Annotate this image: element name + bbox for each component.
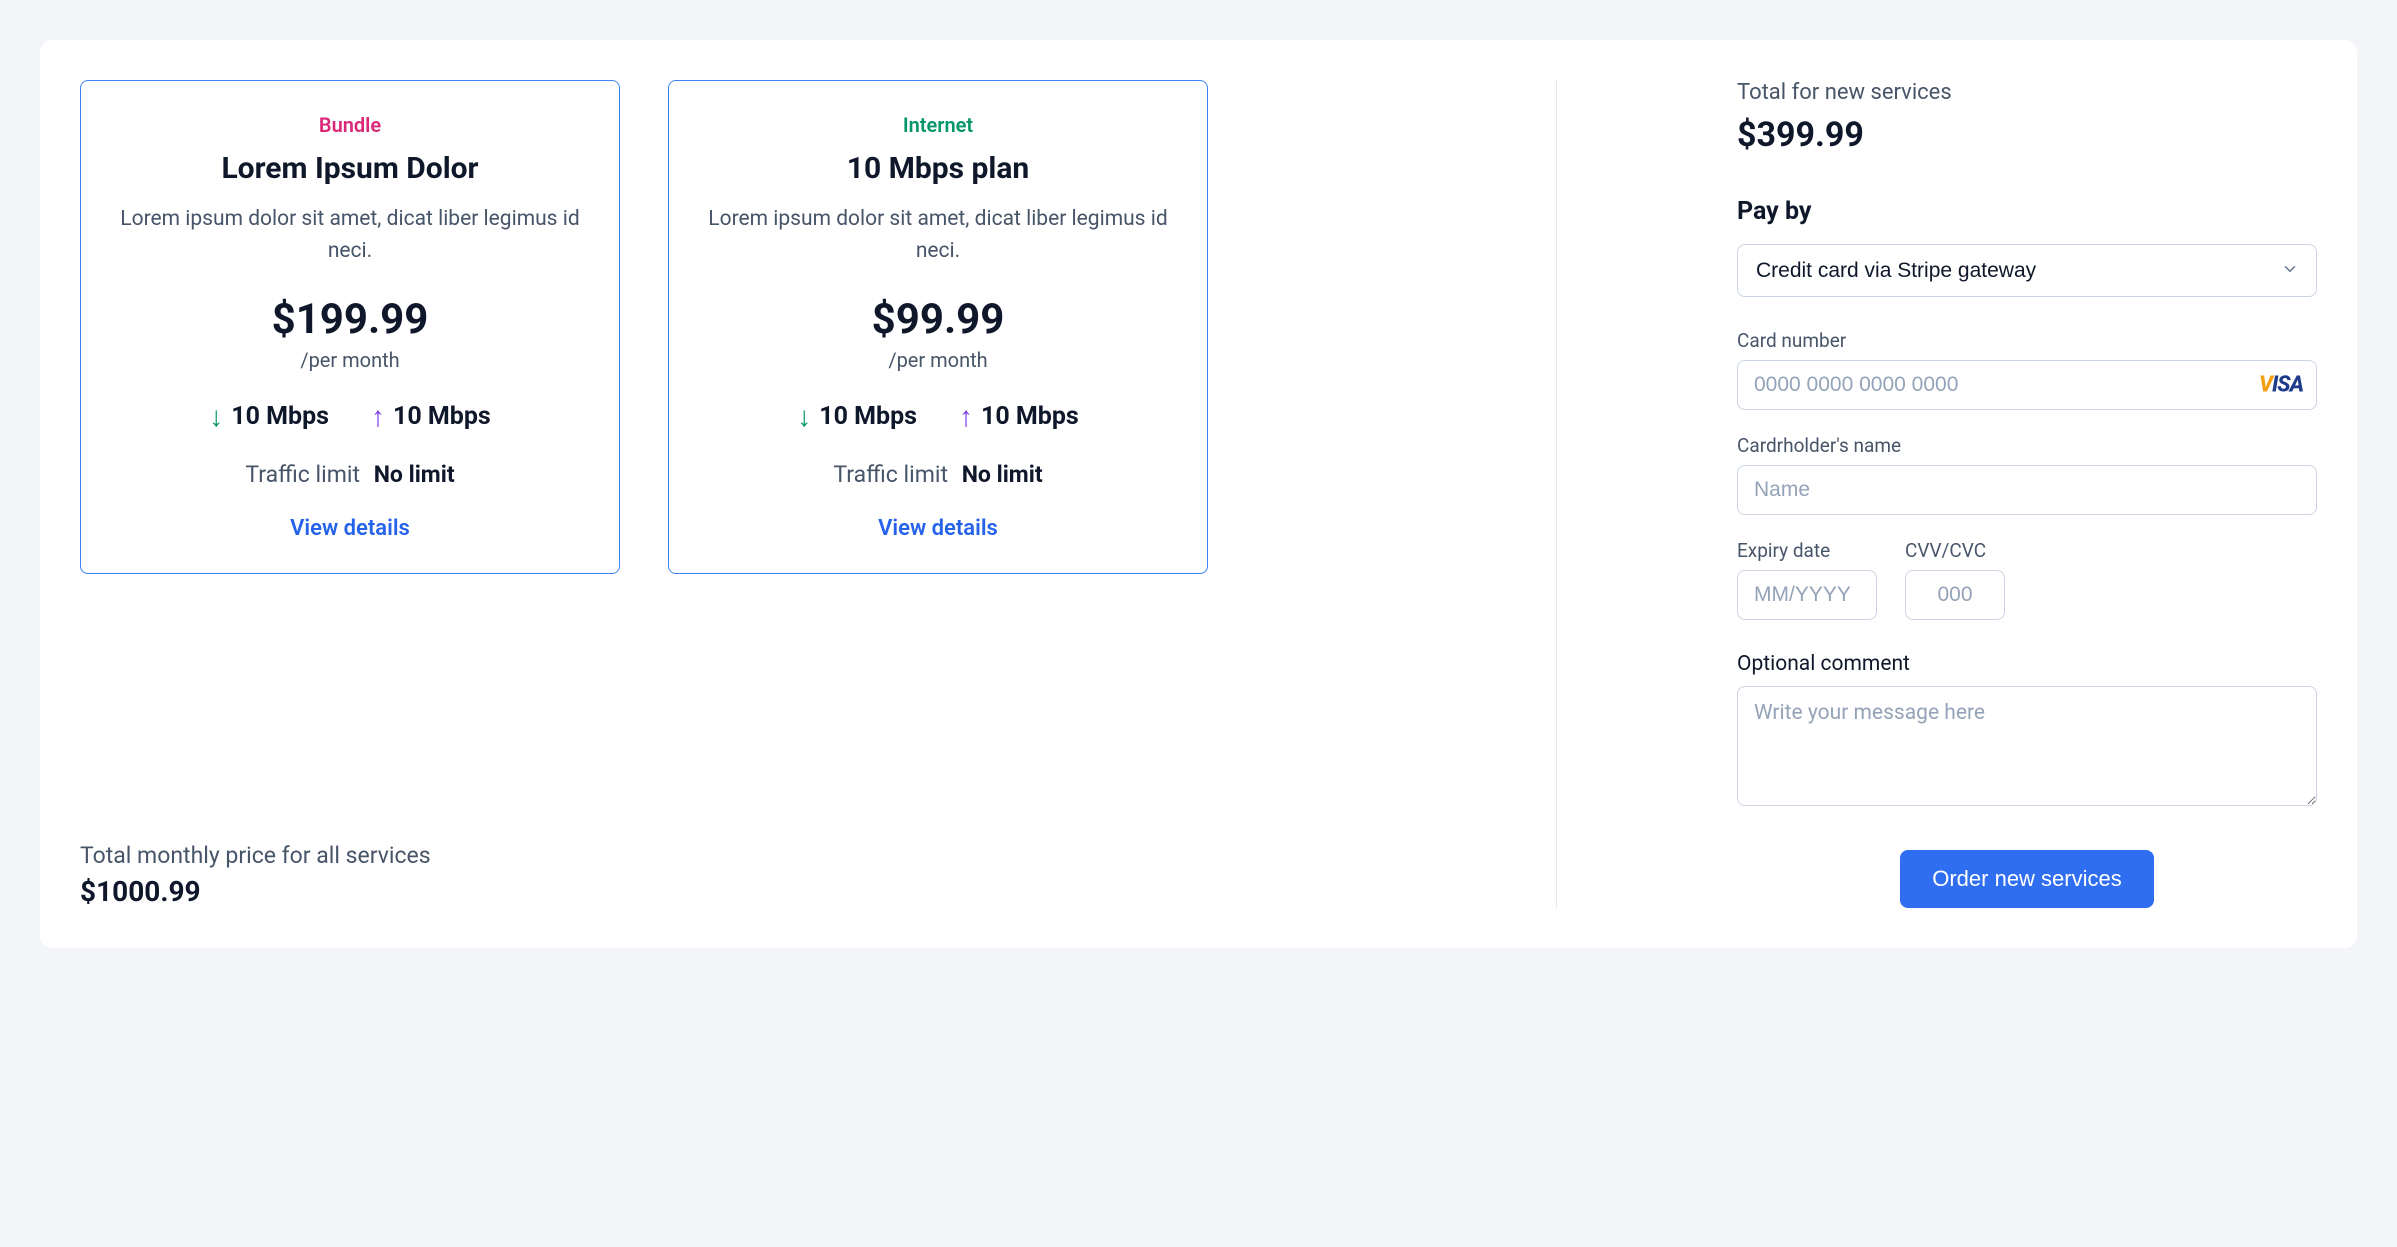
cvv-input[interactable]	[1905, 570, 2005, 620]
upload-value: 10 Mbps	[393, 402, 491, 431]
plan-price: $199.99	[109, 295, 591, 344]
cvv-label: CVV/CVC	[1905, 539, 2005, 562]
plan-tag: Bundle	[109, 113, 591, 137]
plan-description: Lorem ipsum dolor sit amet, dicat liber …	[697, 204, 1179, 267]
download-value: 10 Mbps	[819, 402, 917, 431]
expiry-cvv-row: Expiry date CVV/CVC	[1737, 539, 2317, 644]
traffic-label: Traffic limit	[833, 461, 948, 488]
cvv-col: CVV/CVC	[1905, 539, 2005, 644]
plan-title: Lorem Ipsum Dolor	[109, 151, 591, 186]
upload-value: 10 Mbps	[981, 402, 1079, 431]
checkout-panel: Total for new services $399.99 Pay by Cr…	[1557, 80, 2317, 908]
monthly-total-value: $1000.99	[80, 875, 1516, 908]
traffic-limit: Traffic limit No limit	[109, 461, 591, 488]
upload-speed: ↑ 10 Mbps	[371, 400, 491, 433]
plan-description: Lorem ipsum dolor sit amet, dicat liber …	[109, 204, 591, 267]
payment-method-select-wrapper: Credit card via Stripe gateway	[1737, 244, 2317, 297]
download-speed: ↓ 10 Mbps	[797, 400, 917, 433]
view-details-link[interactable]: View details	[878, 516, 998, 541]
traffic-value: No limit	[962, 461, 1043, 488]
plan-speeds: ↓ 10 Mbps ↑ 10 Mbps	[109, 400, 591, 433]
arrow-down-icon: ↓	[209, 400, 223, 433]
expiry-col: Expiry date	[1737, 539, 1877, 644]
view-details-link[interactable]: View details	[290, 516, 410, 541]
plan-period: /per month	[697, 348, 1179, 372]
upload-speed: ↑ 10 Mbps	[959, 400, 1079, 433]
monthly-total-label: Total monthly price for all services	[80, 842, 1516, 869]
checkout-container: Bundle Lorem Ipsum Dolor Lorem ipsum dol…	[40, 40, 2357, 948]
traffic-limit: Traffic limit No limit	[697, 461, 1179, 488]
plans-panel: Bundle Lorem Ipsum Dolor Lorem ipsum dol…	[80, 80, 1557, 908]
arrow-up-icon: ↑	[959, 400, 973, 433]
expiry-label: Expiry date	[1737, 539, 1877, 562]
arrow-down-icon: ↓	[797, 400, 811, 433]
new-services-total-label: Total for new services	[1737, 80, 2317, 105]
traffic-label: Traffic limit	[245, 461, 360, 488]
order-button[interactable]: Order new services	[1900, 850, 2154, 908]
plan-tag: Internet	[697, 113, 1179, 137]
plan-price: $99.99	[697, 295, 1179, 344]
new-services-total-value: $399.99	[1737, 115, 2317, 155]
download-speed: ↓ 10 Mbps	[209, 400, 329, 433]
plans-row: Bundle Lorem Ipsum Dolor Lorem ipsum dol…	[80, 80, 1516, 574]
expiry-input[interactable]	[1737, 570, 1877, 620]
comment-textarea[interactable]	[1737, 686, 2317, 806]
traffic-value: No limit	[374, 461, 455, 488]
plan-speeds: ↓ 10 Mbps ↑ 10 Mbps	[697, 400, 1179, 433]
comment-label: Optional comment	[1737, 652, 2317, 676]
monthly-total: Total monthly price for all services $10…	[80, 782, 1516, 908]
card-number-wrapper: VISA	[1737, 360, 2317, 410]
cardholder-label: Cardrholder's name	[1737, 434, 2317, 457]
payment-method-select[interactable]: Credit card via Stripe gateway	[1737, 244, 2317, 297]
visa-icon: VISA	[2259, 373, 2303, 398]
card-number-label: Card number	[1737, 329, 2317, 352]
pay-by-title: Pay by	[1737, 197, 2317, 226]
download-value: 10 Mbps	[231, 402, 329, 431]
plan-card-internet: Internet 10 Mbps plan Lorem ipsum dolor …	[668, 80, 1208, 574]
plan-title: 10 Mbps plan	[697, 151, 1179, 186]
plan-card-bundle: Bundle Lorem Ipsum Dolor Lorem ipsum dol…	[80, 80, 620, 574]
arrow-up-icon: ↑	[371, 400, 385, 433]
plan-period: /per month	[109, 348, 591, 372]
card-number-input[interactable]	[1737, 360, 2317, 410]
cardholder-input[interactable]	[1737, 465, 2317, 515]
